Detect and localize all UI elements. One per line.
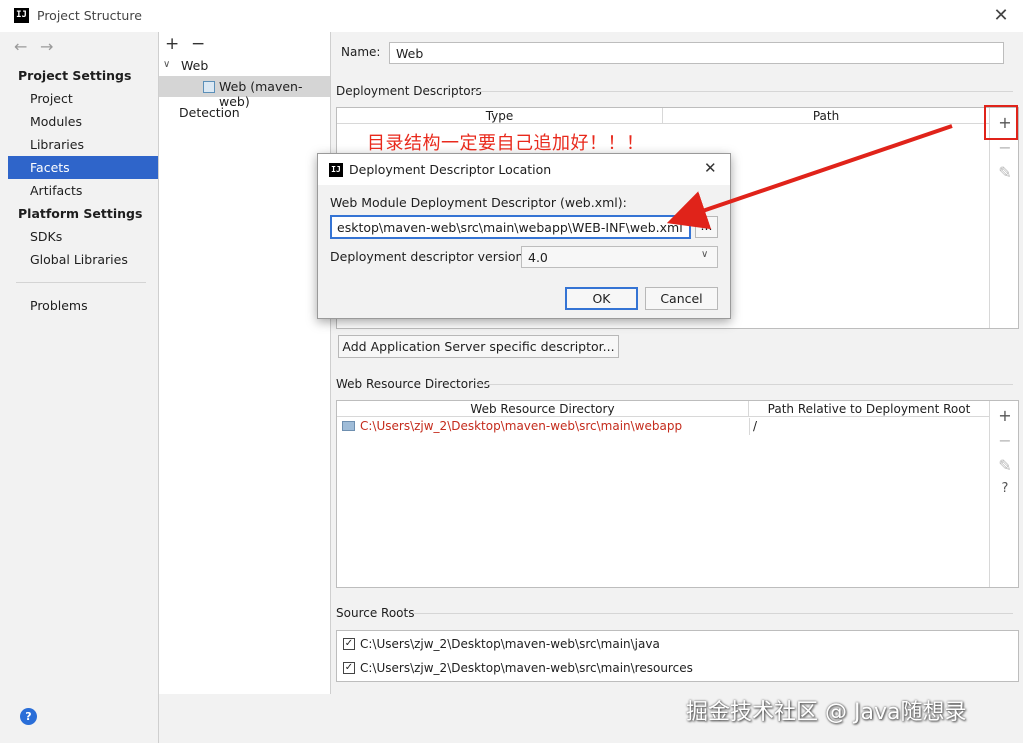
web-resource-directories-table: Web Resource Directory Path Relative to … [336, 400, 1019, 588]
descriptor-path-value: esktop\maven-web\src\main\webapp\WEB-INF… [337, 220, 683, 235]
group-divider [413, 613, 1013, 614]
toolbar-divider [989, 401, 990, 587]
column-header-type[interactable]: Type [337, 108, 663, 124]
web-facet-icon [203, 81, 215, 93]
window-title: Project Structure [37, 8, 142, 23]
source-root-checkbox[interactable]: ✓ [343, 662, 355, 674]
source-roots-list: ✓ C:\Users\zjw_2\Desktop\maven-web\src\m… [336, 630, 1019, 682]
help-icon[interactable]: ? [20, 708, 37, 725]
annotation-text: 目录结构一定要自己追加好！！！ [367, 133, 645, 154]
group-divider [477, 384, 1013, 385]
annotation-arrow [666, 124, 953, 230]
add-server-descriptor-button[interactable]: Add Application Server specific descript… [338, 335, 619, 358]
help-resource-icon[interactable]: ? [993, 481, 1017, 496]
sidebar-item-project[interactable]: Project [8, 87, 158, 110]
chevron-down-icon[interactable]: ∨ [163, 59, 170, 70]
annotation-arrow-line [666, 124, 953, 230]
folder-icon [342, 421, 355, 431]
tree-node-web[interactable]: Web [181, 58, 208, 73]
remove-facet-button[interactable]: − [191, 34, 205, 54]
intellij-logo-icon: IJ [14, 8, 29, 23]
web-resource-directories-label: Web Resource Directories [336, 377, 490, 391]
descriptor-label: Web Module Deployment Descriptor (web.xm… [330, 195, 627, 210]
back-arrow-icon[interactable]: ← [14, 37, 27, 56]
toolbar-divider [989, 108, 990, 328]
sidebar-item-artifacts[interactable]: Artifacts [8, 179, 158, 202]
list-item[interactable]: ✓ C:\Users\zjw_2\Desktop\maven-web\src\m… [337, 635, 997, 655]
name-label: Name: [341, 45, 381, 59]
name-input-value: Web [396, 46, 424, 61]
sidebar-divider [16, 282, 146, 283]
edit-resource-icon[interactable]: ✎ [993, 456, 1017, 475]
dialog-title: Deployment Descriptor Location [349, 162, 552, 177]
list-item[interactable]: ✓ C:\Users\zjw_2\Desktop\maven-web\src\m… [337, 659, 997, 679]
source-root-path: C:\Users\zjw_2\Desktop\maven-web\src\mai… [360, 637, 660, 651]
sidebar-item-problems[interactable]: Problems [8, 294, 158, 317]
tree-node-web-maven-web[interactable]: Web (maven-web) [159, 76, 330, 109]
group-divider [471, 91, 1013, 92]
watermark: 掘金技术社区 @ Java随想录 [686, 700, 967, 725]
sidebar-item-libraries[interactable]: Libraries [8, 133, 158, 156]
column-header-web-resource-directory[interactable]: Web Resource Directory [337, 401, 749, 417]
chevron-down-icon: ∨ [701, 249, 709, 260]
version-select-value: 4.0 [528, 250, 548, 265]
title-bar: IJ Project Structure ✕ [0, 0, 1023, 32]
close-icon[interactable]: ✕ [990, 5, 1012, 27]
cancel-button[interactable]: Cancel [645, 287, 718, 310]
table-row[interactable]: C:\Users\zjw_2\Desktop\maven-web\src\mai… [337, 418, 989, 435]
remove-resource-icon[interactable]: − [993, 431, 1017, 450]
edit-descriptor-icon[interactable]: ✎ [993, 163, 1017, 182]
web-resource-directory-cell: C:\Users\zjw_2\Desktop\maven-web\src\mai… [360, 419, 683, 433]
version-label: Deployment descriptor version [330, 249, 524, 264]
relative-path-cell: / [753, 419, 758, 433]
ok-button[interactable]: OK [565, 287, 638, 310]
deployment-descriptors-label: Deployment Descriptors [336, 84, 482, 98]
add-facet-button[interactable]: + [165, 34, 179, 54]
intellij-logo-icon: IJ [329, 163, 343, 177]
source-roots-label: Source Roots [336, 606, 415, 620]
sidebar-item-facets[interactable]: Facets [8, 156, 158, 179]
project-settings-header: Project Settings [18, 68, 132, 83]
descriptor-path-input[interactable]: esktop\maven-web\src\main\webapp\WEB-INF… [330, 215, 691, 239]
source-root-checkbox[interactable]: ✓ [343, 638, 355, 650]
annotation-highlight-box [984, 105, 1018, 140]
facet-tree-panel: + − ∨ Web Web (maven-web) Detection [159, 32, 331, 694]
sidebar-item-global-libraries[interactable]: Global Libraries [8, 248, 158, 271]
sidebar-item-sdks[interactable]: SDKs [8, 225, 158, 248]
name-input[interactable]: Web [389, 42, 1004, 64]
sidebar-item-modules[interactable]: Modules [8, 110, 158, 133]
forward-arrow-icon[interactable]: → [40, 37, 53, 56]
settings-sidebar: ← → Project Settings Project Modules Lib… [0, 32, 159, 743]
cell-divider [749, 418, 750, 435]
tree-node-detection[interactable]: Detection [179, 105, 240, 120]
version-select[interactable]: 4.0 ∨ [521, 246, 718, 268]
add-resource-icon[interactable]: + [993, 406, 1017, 425]
platform-settings-header: Platform Settings [18, 206, 143, 221]
source-root-path: C:\Users\zjw_2\Desktop\maven-web\src\mai… [360, 661, 693, 675]
column-header-relative-path[interactable]: Path Relative to Deployment Root [749, 401, 989, 417]
remove-descriptor-icon[interactable]: − [993, 138, 1017, 157]
